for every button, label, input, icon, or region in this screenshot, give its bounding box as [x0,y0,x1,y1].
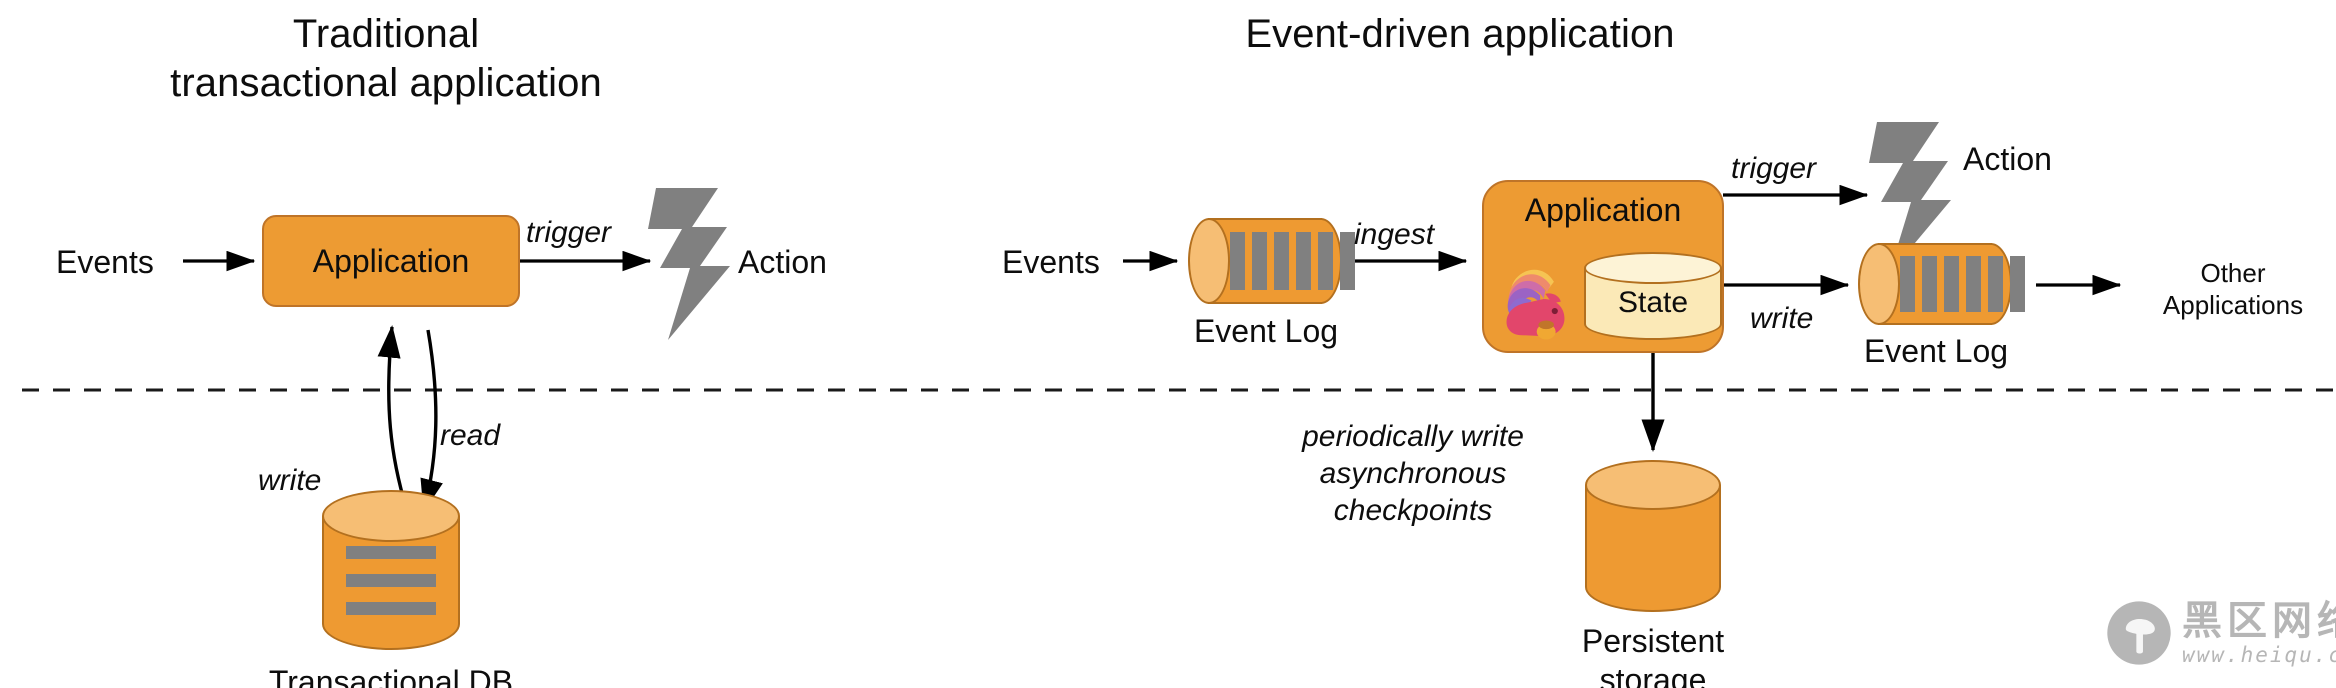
left-application-box[interactable]: Application [262,215,520,307]
db-top-ellipse [322,490,460,542]
checkpoint-note: periodically write asynchronous checkpoi… [1302,420,1524,528]
left-events-label: Events [56,244,154,280]
transactional-db-label: Transactional DB [268,664,514,688]
ingest-label: ingest [1354,218,1435,251]
left-read-label: read [440,419,501,452]
left-trigger-label: trigger [526,216,612,249]
watermark-url: www.heiqu.com [2182,642,2336,667]
event-log-record-bar [1900,256,1915,312]
event-log-record-bar [1340,232,1355,290]
event-log-out-label: Event Log [1863,333,2009,369]
lightning-bolt-icon-left [648,188,730,340]
left-action-label: Action [738,244,827,280]
event-log-record-bar [1274,232,1289,290]
watermark: 黑区网络 www.heiqu.com [2106,600,2336,666]
event-log-left-cap [1858,243,1900,325]
watermark-site-name: 黑区网络 [2182,597,2336,644]
db-record-bar [346,546,436,559]
event-log-in-icon[interactable] [1188,218,1355,304]
event-log-left-cap [1188,218,1230,304]
db-record-bar [346,602,436,615]
state-top-ellipse [1584,252,1722,284]
left-application-label: Application [312,242,470,279]
transactional-db-icon[interactable] [322,490,460,655]
right-write-label: write [1750,302,1814,335]
right-action-label: Action [1963,141,2052,177]
watermark-text-group: 黑区网络 www.heiqu.com [2182,601,2336,666]
event-log-record-bar [2010,256,2025,312]
event-log-record-bar [1252,232,1267,290]
event-log-record-bar [1988,256,2003,312]
db-record-bar [346,574,436,587]
apache-flink-squirrel-icon [1506,269,1565,340]
state-store-icon[interactable]: State [1584,252,1722,342]
event-log-record-bar [1922,256,1937,312]
event-log-record-bar [1966,256,1981,312]
event-log-out-icon[interactable] [1858,243,2025,325]
persistent-storage-icon[interactable] [1585,460,1721,618]
state-label: State [1617,286,1689,319]
right-application-label: Application [1524,192,1682,228]
other-applications-label: Other Applications [2162,258,2304,320]
event-log-record-bar [1318,232,1333,290]
watermark-logo-icon [2107,601,2171,665]
event-log-record-bar [1230,232,1245,290]
right-panel-title: Event-driven application [1245,12,1675,56]
arrow-write-left [420,329,443,512]
left-write-label: write [258,464,322,497]
storage-top-ellipse [1585,460,1721,510]
right-trigger-label: trigger [1731,152,1817,185]
persistent-storage-label: Persistent storage [1581,623,1725,688]
event-log-record-bar [1296,232,1311,290]
event-log-in-label: Event Log [1193,313,1339,349]
right-events-label: Events [1002,244,1100,280]
diagram-canvas: Traditional transactional application Ev… [0,0,2336,688]
event-log-record-bar [1944,256,1959,312]
left-panel-title: Traditional transactional application [170,12,602,105]
